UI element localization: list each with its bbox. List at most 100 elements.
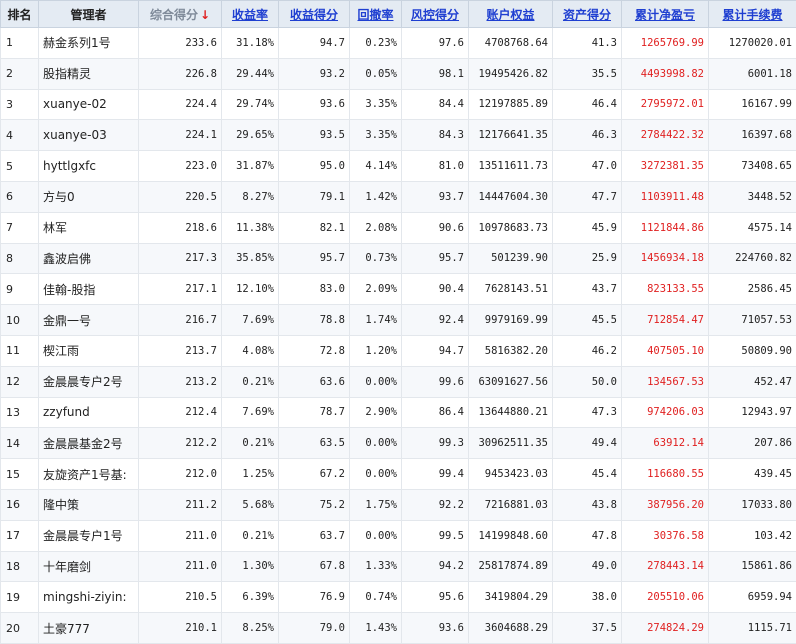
asset-score-cell: 50.0 xyxy=(553,366,622,397)
cum-fee-cell: 1115.71 xyxy=(709,613,796,644)
total-score-cell: 226.8 xyxy=(139,58,222,89)
risk-score-cell: 98.1 xyxy=(402,58,469,89)
rank-cell: 8 xyxy=(1,243,39,274)
total-score-cell: 217.1 xyxy=(139,274,222,305)
table-row: 16隆中策211.25.68%75.21.75%92.27216881.0343… xyxy=(1,489,796,520)
risk-score-cell: 95.7 xyxy=(402,243,469,274)
cum-profit-cell: 1265769.99 xyxy=(622,28,709,59)
rank-cell: 13 xyxy=(1,397,39,428)
header-row: 排名 管理者 综合得分↓ 收益率 收益得分 回撤率 风控得分 账户权益 资产得分… xyxy=(1,1,796,28)
header-equity[interactable]: 账户权益 xyxy=(469,1,553,28)
asset-score-cell: 41.3 xyxy=(553,28,622,59)
drawdown-cell: 2.08% xyxy=(350,212,402,243)
return-score-cell: 93.2 xyxy=(279,58,350,89)
risk-score-cell: 84.3 xyxy=(402,120,469,151)
return-score-cell: 75.2 xyxy=(279,489,350,520)
header-equity-label: 账户权益 xyxy=(486,8,534,22)
manager-cell: 股指精灵 xyxy=(39,58,139,89)
manager-cell: 鑫波启佛 xyxy=(39,243,139,274)
return-score-cell: 93.5 xyxy=(279,120,350,151)
asset-score-cell: 38.0 xyxy=(553,582,622,613)
cum-profit-cell: 205510.06 xyxy=(622,582,709,613)
manager-cell: xuanye-03 xyxy=(39,120,139,151)
return-rate-cell: 31.18% xyxy=(222,28,279,59)
header-return-rate[interactable]: 收益率 xyxy=(222,1,279,28)
cum-profit-cell: 274824.29 xyxy=(622,613,709,644)
manager-cell: 金鼎一号 xyxy=(39,305,139,336)
total-score-cell: 217.3 xyxy=(139,243,222,274)
risk-score-cell: 90.4 xyxy=(402,274,469,305)
cum-fee-cell: 16167.99 xyxy=(709,89,796,120)
total-score-cell: 223.0 xyxy=(139,151,222,182)
header-drawdown[interactable]: 回撤率 xyxy=(350,1,402,28)
header-cum-profit-label: 累计净盈亏 xyxy=(635,8,695,22)
return-rate-cell: 6.39% xyxy=(222,582,279,613)
cum-fee-cell: 17033.80 xyxy=(709,489,796,520)
cum-profit-cell: 387956.20 xyxy=(622,489,709,520)
cum-profit-cell: 974206.03 xyxy=(622,397,709,428)
drawdown-cell: 0.00% xyxy=(350,459,402,490)
return-score-cell: 63.5 xyxy=(279,428,350,459)
cum-profit-cell: 3272381.35 xyxy=(622,151,709,182)
cum-fee-cell: 439.45 xyxy=(709,459,796,490)
return-rate-cell: 0.21% xyxy=(222,428,279,459)
return-score-cell: 94.7 xyxy=(279,28,350,59)
cum-fee-cell: 1270020.01 xyxy=(709,28,796,59)
equity-cell: 4708768.64 xyxy=(469,28,553,59)
cum-profit-cell: 134567.53 xyxy=(622,366,709,397)
cum-profit-cell: 407505.10 xyxy=(622,335,709,366)
equity-cell: 10978683.73 xyxy=(469,212,553,243)
cum-fee-cell: 71057.53 xyxy=(709,305,796,336)
total-score-cell: 210.1 xyxy=(139,613,222,644)
asset-score-cell: 47.7 xyxy=(553,181,622,212)
return-score-cell: 78.7 xyxy=(279,397,350,428)
total-score-cell: 218.6 xyxy=(139,212,222,243)
total-score-cell: 212.4 xyxy=(139,397,222,428)
rank-cell: 20 xyxy=(1,613,39,644)
equity-cell: 19495426.82 xyxy=(469,58,553,89)
total-score-cell: 211.0 xyxy=(139,551,222,582)
return-rate-cell: 5.68% xyxy=(222,489,279,520)
cum-profit-cell: 30376.58 xyxy=(622,520,709,551)
cum-fee-cell: 73408.65 xyxy=(709,151,796,182)
rank-cell: 10 xyxy=(1,305,39,336)
asset-score-cell: 46.3 xyxy=(553,120,622,151)
header-cum-profit[interactable]: 累计净盈亏 xyxy=(622,1,709,28)
rank-cell: 2 xyxy=(1,58,39,89)
header-total-score[interactable]: 综合得分↓ xyxy=(139,1,222,28)
header-return-score[interactable]: 收益得分 xyxy=(279,1,350,28)
header-risk-score[interactable]: 风控得分 xyxy=(402,1,469,28)
down-arrow-icon: ↓ xyxy=(200,8,210,22)
equity-cell: 3419804.29 xyxy=(469,582,553,613)
cum-fee-cell: 15861.86 xyxy=(709,551,796,582)
asset-score-cell: 45.9 xyxy=(553,212,622,243)
cum-fee-cell: 4575.14 xyxy=(709,212,796,243)
rank-cell: 16 xyxy=(1,489,39,520)
risk-score-cell: 86.4 xyxy=(402,397,469,428)
cum-fee-cell: 452.47 xyxy=(709,366,796,397)
manager-cell: 林军 xyxy=(39,212,139,243)
return-rate-cell: 8.27% xyxy=(222,181,279,212)
header-cum-fee[interactable]: 累计手续费 xyxy=(709,1,796,28)
cum-profit-cell: 1456934.18 xyxy=(622,243,709,274)
drawdown-cell: 0.00% xyxy=(350,520,402,551)
total-score-cell: 224.1 xyxy=(139,120,222,151)
total-score-cell: 213.2 xyxy=(139,366,222,397)
rank-cell: 7 xyxy=(1,212,39,243)
total-score-cell: 224.4 xyxy=(139,89,222,120)
cum-profit-cell: 712854.47 xyxy=(622,305,709,336)
return-rate-cell: 29.74% xyxy=(222,89,279,120)
cum-fee-cell: 3448.52 xyxy=(709,181,796,212)
rank-cell: 18 xyxy=(1,551,39,582)
return-rate-cell: 31.87% xyxy=(222,151,279,182)
header-drawdown-label: 回撤率 xyxy=(357,8,393,22)
return-score-cell: 79.1 xyxy=(279,181,350,212)
table-row: 20土豪777210.18.25%79.01.43%93.63604688.29… xyxy=(1,613,796,644)
equity-cell: 5816382.20 xyxy=(469,335,553,366)
table-header: 排名 管理者 综合得分↓ 收益率 收益得分 回撤率 风控得分 账户权益 资产得分… xyxy=(1,1,796,28)
equity-cell: 7628143.51 xyxy=(469,274,553,305)
header-asset-score[interactable]: 资产得分 xyxy=(553,1,622,28)
table-row: 17金晨晨专户1号211.00.21%63.70.00%99.514199848… xyxy=(1,520,796,551)
rank-cell: 1 xyxy=(1,28,39,59)
equity-cell: 12176641.35 xyxy=(469,120,553,151)
